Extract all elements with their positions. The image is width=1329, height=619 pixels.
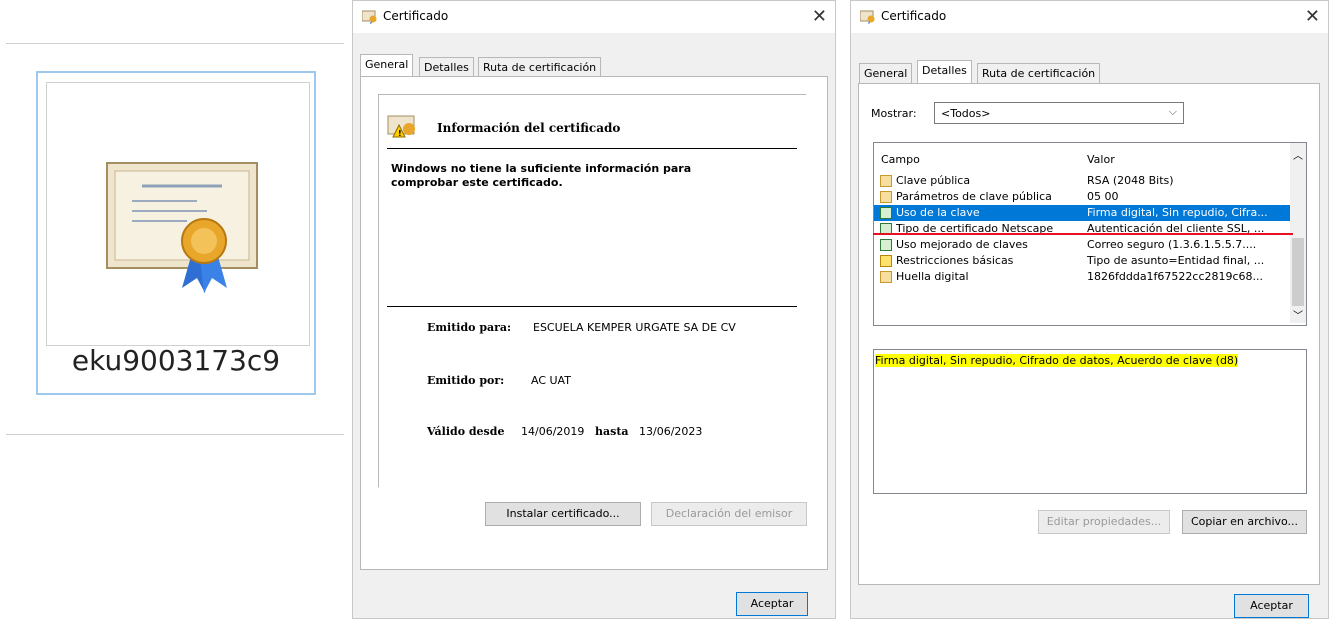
tab-certification-path[interactable]: Ruta de certificación bbox=[977, 63, 1101, 84]
header-divider bbox=[387, 148, 797, 149]
valid-from-value: 14/06/2019 bbox=[521, 425, 585, 438]
certificate-title-icon bbox=[362, 10, 377, 24]
scroll-down-icon[interactable]: ﹀ bbox=[1293, 307, 1303, 322]
certificate-dialog-general: Certificado ✕ General Detalles Ruta de c… bbox=[352, 0, 836, 619]
tab-general[interactable]: General bbox=[859, 63, 913, 84]
info-box: ! Información del certificado Windows no… bbox=[378, 94, 807, 488]
field-value: Tipo de asunto=Entidad final, ... bbox=[1087, 254, 1265, 267]
title-bar: Certificado ✕ bbox=[353, 1, 835, 33]
dialog-title: Certificado bbox=[881, 9, 947, 23]
warning-icon bbox=[880, 255, 892, 267]
details-panel: Mostrar: <Todos> ⌵ Campo Valor Clave púb… bbox=[858, 83, 1320, 585]
issued-to-label: Emitido para: bbox=[427, 321, 512, 334]
extension-icon bbox=[880, 207, 892, 219]
edit-properties-button[interactable]: Editar propiedades... bbox=[1038, 510, 1170, 534]
install-certificate-button[interactable]: Instalar certificado... bbox=[485, 502, 641, 526]
field-name: Clave pública bbox=[896, 174, 971, 187]
field-value: Firma digital, Sin repudio, Cifra... bbox=[1087, 206, 1268, 219]
issuer-statement-button[interactable]: Declaración del emisor bbox=[651, 502, 807, 526]
warning-message: Windows no tiene la suficiente informaci… bbox=[391, 162, 692, 189]
list-item[interactable]: Parámetros de clave pública 05 00 bbox=[874, 189, 1290, 205]
field-icon bbox=[880, 271, 892, 283]
col-field-header[interactable]: Campo bbox=[881, 153, 920, 166]
copy-to-file-button[interactable]: Copiar en archivo... bbox=[1182, 510, 1307, 534]
valid-from-label: Válido desde bbox=[427, 425, 505, 438]
col-value-header[interactable]: Valor bbox=[1087, 153, 1115, 166]
issued-to-value: ESCUELA KEMPER URGATE SA DE CV bbox=[533, 321, 736, 334]
detail-textbox[interactable]: Firma digital, Sin repudio, Cifrado de d… bbox=[873, 349, 1307, 494]
field-name: Uso de la clave bbox=[896, 206, 980, 219]
show-label: Mostrar: bbox=[871, 107, 917, 120]
chevron-down-icon: ⌵ bbox=[1168, 105, 1177, 118]
list-item[interactable]: Restricciones básicas Tipo de asunto=Enti… bbox=[874, 253, 1290, 269]
close-icon[interactable]: ✕ bbox=[1305, 6, 1320, 27]
ok-button[interactable]: Aceptar bbox=[736, 592, 808, 616]
valid-to-label: hasta bbox=[595, 425, 629, 438]
field-name: Restricciones básicas bbox=[896, 254, 1014, 267]
list-item[interactable]: Huella digital 1826fddda1f67522cc2819c68.… bbox=[874, 269, 1290, 285]
certificate-dialog-details: Certificado ✕ General Detalles Ruta de c… bbox=[850, 0, 1329, 619]
tab-details[interactable]: Detalles bbox=[917, 60, 972, 84]
tab-details[interactable]: Detalles bbox=[419, 57, 474, 78]
field-icon bbox=[880, 191, 892, 203]
field-value: Correo seguro (1.3.6.1.5.5.7.... bbox=[1087, 238, 1257, 251]
close-icon[interactable]: ✕ bbox=[812, 6, 827, 27]
list-item[interactable]: Uso de la clave Firma digital, Sin repudi… bbox=[874, 205, 1290, 221]
tab-certification-path[interactable]: Ruta de certificación bbox=[478, 57, 602, 78]
certificate-title-icon bbox=[860, 10, 875, 24]
show-dropdown-value: <Todos> bbox=[941, 107, 991, 120]
scroll-thumb[interactable] bbox=[1292, 238, 1304, 306]
svg-text:!: ! bbox=[398, 129, 402, 138]
field-value: 1826fddda1f67522cc2819c68... bbox=[1087, 270, 1264, 283]
field-value: 05 00 bbox=[1087, 190, 1119, 203]
field-icon bbox=[880, 175, 892, 187]
extension-icon bbox=[880, 239, 892, 251]
details-divider bbox=[387, 306, 797, 307]
list-item[interactable]: Uso mejorado de claves Correo seguro (1.3… bbox=[874, 237, 1290, 253]
list-item[interactable]: Clave pública RSA (2048 Bits) bbox=[874, 173, 1290, 189]
annotation-underline bbox=[873, 233, 1293, 235]
dialog-title: Certificado bbox=[383, 9, 449, 23]
general-panel: ! Información del certificado Windows no… bbox=[360, 76, 828, 570]
scroll-up-icon[interactable]: ︿ bbox=[1293, 147, 1303, 162]
field-value: RSA (2048 Bits) bbox=[1087, 174, 1174, 187]
info-title: Información del certificado bbox=[437, 121, 621, 135]
field-name: Huella digital bbox=[896, 270, 969, 283]
issued-by-value: AC UAT bbox=[531, 374, 571, 387]
certificate-icon bbox=[106, 162, 258, 293]
ok-button[interactable]: Aceptar bbox=[1234, 594, 1309, 618]
detail-text: Firma digital, Sin repudio, Cifrado de d… bbox=[875, 354, 1239, 367]
file-tile-area: eku9003173c9 bbox=[6, 43, 344, 435]
field-name: Parámetros de clave pública bbox=[896, 190, 1052, 203]
title-bar: Certificado ✕ bbox=[851, 1, 1328, 33]
show-dropdown[interactable]: <Todos> ⌵ bbox=[934, 102, 1184, 124]
field-name: Uso mejorado de claves bbox=[896, 238, 1028, 251]
valid-to-value: 13/06/2023 bbox=[639, 425, 703, 438]
tab-general[interactable]: General bbox=[360, 54, 414, 78]
issued-by-label: Emitido por: bbox=[427, 374, 505, 387]
file-name: eku9003173c9 bbox=[71, 344, 281, 377]
file-thumbnail bbox=[46, 82, 310, 346]
certificate-warning-icon: ! bbox=[387, 115, 415, 138]
